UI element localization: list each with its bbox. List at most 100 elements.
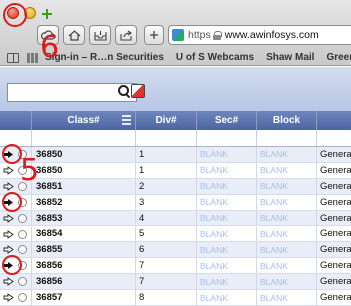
filter-class-input[interactable]	[32, 130, 136, 146]
column-header-div[interactable]: Div#	[136, 111, 197, 130]
cell-extra[interactable]: Generat	[317, 242, 351, 257]
table-row[interactable]: 36850 1 BLANK BLANK Generat	[0, 162, 351, 179]
table-row[interactable]: 36852 3 BLANK BLANK Generat	[0, 194, 351, 211]
cell-sec[interactable]: BLANK	[197, 210, 257, 226]
cell-div[interactable]: 2	[136, 178, 197, 194]
row-radio-button[interactable]	[18, 229, 27, 239]
cell-class[interactable]: 36856	[32, 258, 136, 274]
table-row[interactable]: 36856 7 BLANK BLANK Generat	[0, 258, 351, 275]
table-row[interactable]: 36855 6 BLANK BLANK Generat	[0, 242, 351, 259]
cell-sec[interactable]: BLANK	[197, 162, 257, 178]
cell-extra[interactable]: Generat	[317, 147, 351, 162]
cell-sec[interactable]: BLANK	[197, 290, 257, 305]
bookmark-link[interactable]: Green	[326, 52, 351, 63]
row-pointer-arrow-icon[interactable]	[3, 213, 14, 223]
cell-class[interactable]: 36850	[32, 147, 136, 162]
row-radio-button[interactable]	[18, 277, 27, 287]
cell-sec[interactable]: BLANK	[197, 147, 257, 162]
cell-block[interactable]: BLANK	[257, 274, 317, 290]
cell-class[interactable]: 36855	[32, 242, 136, 258]
cell-block[interactable]: BLANK	[257, 178, 317, 194]
bookmark-link[interactable]: Sign-in – R…n Securities	[45, 52, 164, 63]
row-pointer-arrow-icon[interactable]	[3, 245, 14, 255]
bookmarks-book-icon[interactable]	[7, 52, 19, 63]
cell-div[interactable]: 1	[136, 147, 197, 162]
cell-extra[interactable]: Generat	[317, 195, 351, 210]
cell-block[interactable]: BLANK	[257, 242, 317, 258]
cell-block[interactable]: BLANK	[257, 162, 317, 178]
window-zoom-button[interactable]	[42, 9, 52, 19]
cell-class[interactable]: 36857	[32, 290, 136, 305]
cell-block[interactable]: BLANK	[257, 290, 317, 305]
cell-div[interactable]: 6	[136, 242, 197, 258]
row-radio-button[interactable]	[18, 293, 27, 303]
clear-filter-icon[interactable]	[131, 84, 145, 98]
top-sites-grid-icon[interactable]	[27, 52, 39, 63]
column-header-class[interactable]: Class#	[32, 111, 136, 130]
cell-sec[interactable]: BLANK	[197, 194, 257, 210]
cell-class[interactable]: 36851	[32, 178, 136, 194]
cell-div[interactable]: 1	[136, 162, 197, 178]
cell-class[interactable]: 36854	[32, 226, 136, 242]
cell-extra[interactable]: Generat	[317, 290, 351, 305]
cell-class[interactable]: 36853	[32, 210, 136, 226]
cell-div[interactable]: 7	[136, 274, 197, 290]
cell-div[interactable]: 7	[136, 258, 197, 274]
table-row[interactable]: 36854 5 BLANK BLANK Generat	[0, 226, 351, 243]
bookmark-link[interactable]: Shaw Mail	[266, 52, 314, 63]
column-header-label: Div#	[155, 115, 177, 126]
cell-class[interactable]: 36852	[32, 194, 136, 210]
cell-sec[interactable]: BLANK	[197, 242, 257, 258]
filter-extra-input[interactable]	[317, 130, 351, 146]
home-button[interactable]	[63, 25, 85, 45]
cell-class[interactable]: 36856	[32, 274, 136, 290]
filter-selector-cell	[0, 130, 32, 146]
row-radio-button[interactable]	[18, 213, 27, 223]
row-pointer-arrow-icon[interactable]	[3, 166, 14, 175]
bookmark-link[interactable]: U of S Webcams	[176, 52, 254, 63]
cell-div[interactable]: 3	[136, 194, 197, 210]
cell-sec[interactable]: BLANK	[197, 258, 257, 274]
search-icon[interactable]	[118, 85, 130, 97]
address-bar[interactable]: https www.awinfosys.com	[168, 25, 351, 45]
new-tab-button[interactable]	[144, 25, 164, 45]
table-row[interactable]: 36853 4 BLANK BLANK Generat	[0, 210, 351, 227]
table-row[interactable]: 36857 8 BLANK BLANK Generat	[0, 290, 351, 306]
cell-block[interactable]: BLANK	[257, 226, 317, 242]
cell-extra[interactable]: Generat	[317, 227, 351, 242]
column-header-block[interactable]: Block	[257, 111, 317, 130]
cell-extra[interactable]: Generat	[317, 258, 351, 273]
table-row[interactable]: 36851 2 BLANK BLANK Generat	[0, 178, 351, 195]
share-button[interactable]	[115, 25, 137, 45]
cell-div[interactable]: 5	[136, 226, 197, 242]
row-pointer-arrow-icon[interactable]	[3, 229, 14, 239]
cell-class[interactable]: 36850	[32, 162, 136, 178]
cell-extra[interactable]: Generat	[317, 163, 351, 178]
filter-sec-input[interactable]	[197, 130, 257, 146]
cell-sec[interactable]: BLANK	[197, 226, 257, 242]
column-header-sec[interactable]: Sec#	[197, 111, 257, 130]
row-pointer-arrow-icon[interactable]	[3, 293, 14, 302]
sort-icon[interactable]	[122, 115, 131, 125]
cell-block[interactable]: BLANK	[257, 258, 317, 274]
cell-block[interactable]: BLANK	[257, 210, 317, 226]
cell-div[interactable]: 8	[136, 290, 197, 305]
cell-div[interactable]: 4	[136, 210, 197, 226]
annotation-number-5: 5	[20, 153, 40, 188]
cell-sec[interactable]: BLANK	[197, 274, 257, 290]
filter-div-input[interactable]	[136, 130, 197, 146]
table-row[interactable]: 36856 7 BLANK BLANK Generat	[0, 274, 351, 291]
table-row[interactable]: 36850 1 BLANK BLANK Generat	[0, 147, 351, 163]
cell-extra[interactable]: Generat	[317, 211, 351, 226]
row-radio-button[interactable]	[18, 245, 27, 255]
cell-extra[interactable]: Generat	[317, 179, 351, 194]
filter-block-input[interactable]	[257, 130, 317, 146]
cell-block[interactable]: BLANK	[257, 147, 317, 162]
cell-block[interactable]: BLANK	[257, 194, 317, 210]
row-pointer-arrow-icon[interactable]	[3, 277, 14, 287]
cell-sec[interactable]: BLANK	[197, 178, 257, 194]
cell-extra[interactable]: Generat	[317, 274, 351, 289]
column-header-extra[interactable]	[317, 111, 351, 130]
reading-list-button[interactable]	[89, 25, 111, 45]
row-pointer-arrow-icon[interactable]	[3, 181, 14, 191]
